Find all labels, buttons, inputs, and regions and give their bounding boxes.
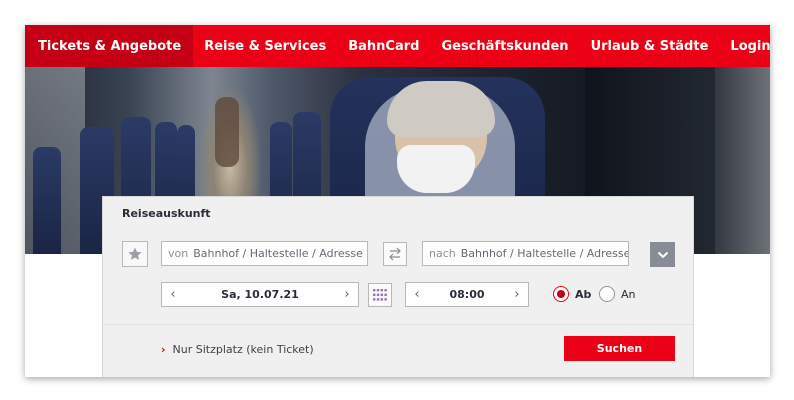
nav-item-reise-services[interactable]: Reise & Services [193,25,337,67]
star-icon [128,247,142,260]
nav-item-urlaub-staedte[interactable]: Urlaub & Städte [580,25,720,67]
radio-unselected-indicator [599,286,615,302]
date-prev-button[interactable]: ‹ [162,283,184,306]
divider [103,324,693,325]
swap-icon [389,247,401,261]
date-value[interactable]: Sa, 10.07.21 [184,288,336,301]
nav-item-tickets-angebote[interactable]: Tickets & Angebote [25,25,194,67]
to-placeholder: Bahnhof / Haltestelle / Adresse [460,247,629,260]
from-prefix: von [168,247,189,260]
from-placeholder: Bahnhof / Haltestelle / Adresse [193,247,363,260]
chevron-down-icon [657,251,668,258]
login-link[interactable]: Login [719,25,770,67]
journey-search-panel: Reiseauskunft von Bahnhof / Haltestelle … [102,196,694,377]
chevron-left-icon: ‹ [170,287,176,302]
swap-stations-button[interactable] [383,242,407,266]
date-next-button[interactable]: › [336,283,358,306]
main-navigation: Tickets & Angebote Reise & Services Bahn… [25,25,770,67]
seat-only-link-label: Nur Sitzplatz (kein Ticket) [172,343,314,356]
to-station-input[interactable]: nach Bahnhof / Haltestelle / Adresse [422,241,629,266]
expand-options-button[interactable] [650,242,675,267]
search-button[interactable]: Suchen [564,336,675,361]
time-next-button[interactable]: › [506,283,528,306]
arrival-radio[interactable]: An [599,286,636,302]
from-station-input[interactable]: von Bahnhof / Haltestelle / Adresse [161,241,368,266]
calendar-icon [373,289,387,301]
calendar-button[interactable] [368,283,392,307]
chevron-right-icon: › [344,287,350,302]
arrival-radio-label: An [621,287,636,301]
panel-title: Reiseauskunft [122,207,211,220]
time-stepper[interactable]: ‹ 08:00 › [405,282,529,307]
radio-selected-indicator [553,286,569,302]
time-value[interactable]: 08:00 [428,288,506,301]
chevron-right-icon: › [161,343,166,356]
nav-item-geschaeftskunden[interactable]: Geschäftskunden [430,25,579,67]
to-prefix: nach [429,247,456,260]
chevron-right-icon: › [514,287,520,302]
departure-radio[interactable]: Ab [553,286,591,302]
page-frame: Tickets & Angebote Reise & Services Bahn… [25,25,770,377]
time-prev-button[interactable]: ‹ [406,283,428,306]
departure-radio-label: Ab [575,287,592,301]
nav-item-bahncard[interactable]: BahnCard [337,25,430,67]
favorites-button[interactable] [122,241,148,267]
date-stepper[interactable]: ‹ Sa, 10.07.21 › [161,282,359,307]
chevron-left-icon: ‹ [414,287,420,302]
seat-only-link[interactable]: › Nur Sitzplatz (kein Ticket) [161,343,314,356]
